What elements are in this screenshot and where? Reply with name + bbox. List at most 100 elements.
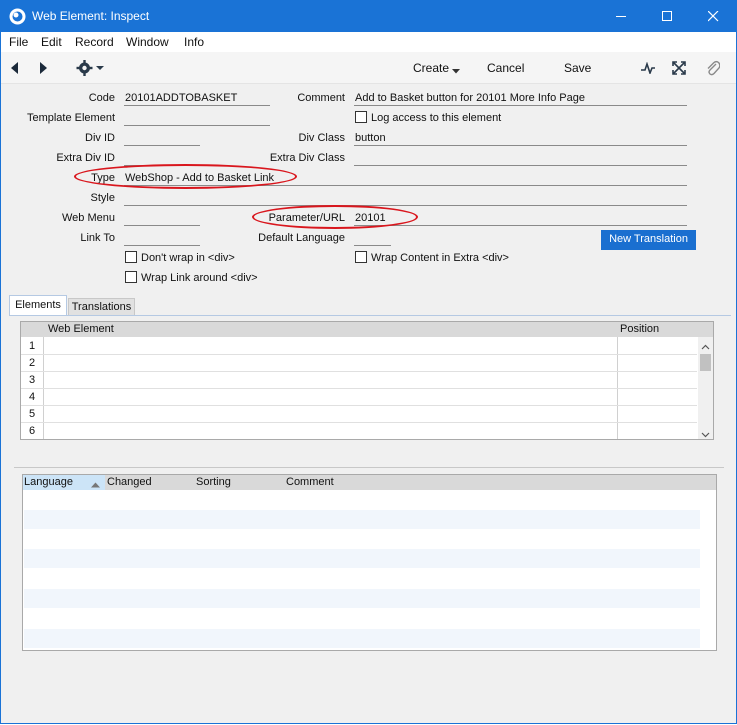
translations-grid: Language Changed Sorting Comment <box>22 474 717 651</box>
link-to-label: Link To <box>80 232 115 244</box>
parameter-highlight-annotation <box>252 205 418 229</box>
comment-field[interactable]: Add to Basket button for 20101 More Info… <box>354 92 687 106</box>
row-number: 5 <box>28 408 36 420</box>
list-item[interactable] <box>24 529 700 548</box>
log-access-label: Log access to this element <box>371 112 502 124</box>
col-position[interactable]: Position <box>620 323 659 335</box>
comment-label: Comment <box>297 92 345 104</box>
col-language: Language <box>24 476 73 488</box>
list-item[interactable] <box>24 609 700 628</box>
scroll-up-icon[interactable] <box>701 341 710 353</box>
row-number: 6 <box>28 425 36 437</box>
close-button[interactable] <box>690 1 736 32</box>
back-arrow-icon[interactable] <box>10 61 20 78</box>
forward-arrow-icon[interactable] <box>38 61 48 78</box>
table-row[interactable]: 3 <box>21 372 697 389</box>
table-row[interactable]: 1 <box>21 338 697 355</box>
style-field[interactable] <box>124 192 687 206</box>
extra-div-class-label: Extra Div Class <box>269 152 345 164</box>
div-class-field[interactable]: button <box>354 132 687 146</box>
sort-ascending-icon <box>91 479 100 491</box>
table-row[interactable]: 4 <box>21 389 697 406</box>
code-field[interactable]: 20101ADDTOBASKET <box>124 92 270 106</box>
col-language-sorted[interactable]: Language <box>23 475 105 490</box>
form-area: Code 20101ADDTOBASKET Comment Add to Bas… <box>1 85 736 725</box>
template-element-label: Template Element <box>26 112 115 124</box>
code-label: Code <box>88 92 115 104</box>
wrap-content-checkbox[interactable] <box>355 251 367 263</box>
dont-wrap-checkbox[interactable] <box>125 251 137 263</box>
toolbar: Create Cancel Save <box>1 52 736 84</box>
col-sorting[interactable]: Sorting <box>196 476 231 488</box>
default-language-field[interactable] <box>354 232 391 246</box>
style-label: Style <box>90 192 115 204</box>
cancel-button[interactable]: Cancel <box>487 61 524 75</box>
tab-elements[interactable]: Elements <box>9 295 67 316</box>
scroll-thumb[interactable] <box>700 354 711 371</box>
app-logo-icon <box>9 8 26 25</box>
paperclip-icon[interactable] <box>706 60 721 79</box>
app-window: Web Element: Inspect File Edit Record Wi… <box>0 0 737 724</box>
elements-scrollbar[interactable] <box>698 337 713 439</box>
minimize-icon <box>615 16 626 17</box>
list-item[interactable] <box>24 589 700 608</box>
list-item[interactable] <box>24 510 700 529</box>
close-icon <box>707 11 718 22</box>
expand-icon[interactable] <box>672 61 686 78</box>
list-item[interactable] <box>24 491 700 510</box>
wrap-content-label: Wrap Content in Extra <div> <box>371 252 509 264</box>
web-menu-label: Web Menu <box>62 212 115 224</box>
row-number: 2 <box>28 357 36 369</box>
menu-info[interactable]: Info <box>184 35 204 49</box>
template-element-field[interactable] <box>124 112 270 126</box>
div-id-field[interactable] <box>124 132 200 146</box>
div-class-label: Div Class <box>298 132 345 144</box>
row-number: 3 <box>28 374 36 386</box>
extra-div-class-field[interactable] <box>354 152 687 166</box>
save-button[interactable]: Save <box>564 61 591 75</box>
new-translation-button[interactable]: New Translation <box>601 230 696 250</box>
menu-bar: File Edit Record Window Info <box>1 32 736 52</box>
create-button[interactable]: Create <box>413 61 449 75</box>
web-menu-field[interactable] <box>124 212 200 226</box>
create-dropdown-icon[interactable] <box>452 65 460 77</box>
title-bar: Web Element: Inspect <box>1 1 736 32</box>
maximize-button[interactable] <box>644 1 690 32</box>
col-web-element[interactable]: Web Element <box>48 323 114 335</box>
minimize-button[interactable] <box>598 1 644 32</box>
col-changed[interactable]: Changed <box>107 476 152 488</box>
table-row[interactable]: 2 <box>21 355 697 372</box>
log-access-checkbox[interactable] <box>355 111 367 123</box>
dont-wrap-label: Don't wrap in <div> <box>141 252 235 264</box>
wrap-link-checkbox[interactable] <box>125 271 137 283</box>
div-id-label: Div ID <box>85 132 115 144</box>
pane-splitter[interactable] <box>14 467 724 468</box>
row-number: 1 <box>28 340 36 352</box>
table-row[interactable]: 5 <box>21 406 697 423</box>
maximize-icon <box>661 11 672 21</box>
gear-icon[interactable] <box>76 59 106 80</box>
tab-translations[interactable]: Translations <box>68 298 135 316</box>
scroll-down-icon[interactable] <box>701 429 710 441</box>
translations-grid-header: Language Changed Sorting Comment <box>23 475 716 490</box>
elements-grid-header: Web Element Position <box>21 322 713 337</box>
menu-edit[interactable]: Edit <box>41 35 62 49</box>
window-title: Web Element: Inspect <box>32 9 150 23</box>
col-comment[interactable]: Comment <box>286 476 334 488</box>
extra-div-id-label: Extra Div ID <box>56 152 115 164</box>
activity-icon[interactable] <box>641 61 655 77</box>
table-row[interactable]: 6 <box>21 423 697 440</box>
menu-record[interactable]: Record <box>75 35 114 49</box>
menu-file[interactable]: File <box>9 35 28 49</box>
list-item[interactable] <box>24 629 700 648</box>
tab-divider <box>9 315 731 316</box>
row-number: 4 <box>28 391 36 403</box>
default-language-label: Default Language <box>258 232 345 244</box>
list-item[interactable] <box>24 549 700 568</box>
link-to-field[interactable] <box>124 232 200 246</box>
menu-window[interactable]: Window <box>126 35 169 49</box>
elements-grid: Web Element Position 1 2 3 4 5 6 <box>20 321 714 440</box>
type-highlight-annotation <box>74 164 297 189</box>
list-item[interactable] <box>24 569 700 588</box>
wrap-link-label: Wrap Link around <div> <box>141 272 258 284</box>
